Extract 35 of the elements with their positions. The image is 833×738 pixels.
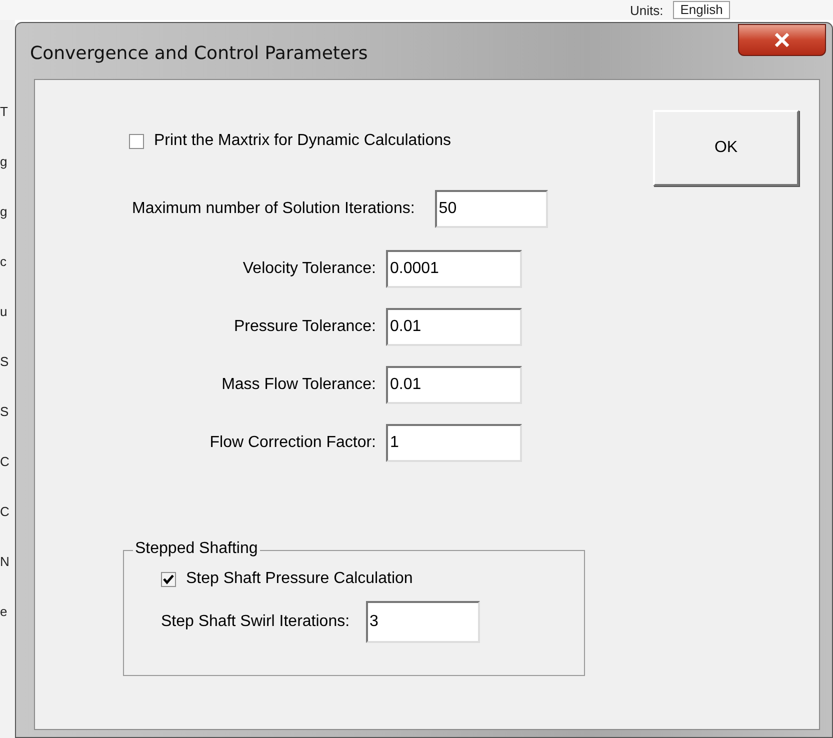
text-fragment: S [0, 404, 10, 420]
input-field[interactable]: 50 [434, 190, 548, 228]
field-label: Mass Flow Tolerance: [220, 376, 376, 394]
field-label: Pressure Tolerance: [233, 318, 376, 336]
field-label: Flow Correction Factor: [208, 434, 376, 452]
input-field[interactable]: 0.0001 [386, 250, 522, 288]
text-fragment: u [0, 304, 8, 320]
checkbox[interactable] [161, 572, 176, 586]
text-fragment: C [0, 504, 10, 520]
text-fragment: g [0, 204, 8, 220]
units-label: Units: [630, 2, 664, 18]
input-field[interactable]: 0.01 [386, 366, 522, 404]
checkbox[interactable] [129, 134, 144, 148]
text-fragment: c [0, 254, 8, 270]
text-fragment: e [0, 604, 8, 620]
group-title: Stepped Shafting [133, 540, 260, 558]
text-fragment: S [0, 354, 10, 370]
input-field[interactable]: 0.01 [386, 308, 522, 346]
field-label: Maximum number of Solution Iterations: [132, 200, 415, 218]
window-title: Convergence and Control Parameters [30, 43, 368, 64]
text-fragment: C [0, 454, 10, 470]
close-button[interactable] [738, 24, 826, 56]
checkbox-label: Step Shaft Pressure Calculation [186, 570, 413, 588]
units-field: English [673, 1, 730, 19]
ok-button[interactable]: OK [653, 110, 799, 186]
input-field[interactable]: 3 [366, 601, 480, 643]
text-fragment: N [0, 554, 10, 570]
text-fragment: T [0, 104, 9, 120]
field-label: Step Shaft Swirl Iterations: [161, 613, 350, 631]
close-icon [774, 33, 790, 47]
checkmark-icon [163, 574, 174, 584]
text-fragment: g [0, 154, 8, 170]
checkbox-label: Print the Maxtrix for Dynamic Calculations [154, 132, 451, 150]
input-field[interactable]: 1 [386, 424, 522, 462]
field-label: Velocity Tolerance: [242, 260, 376, 278]
